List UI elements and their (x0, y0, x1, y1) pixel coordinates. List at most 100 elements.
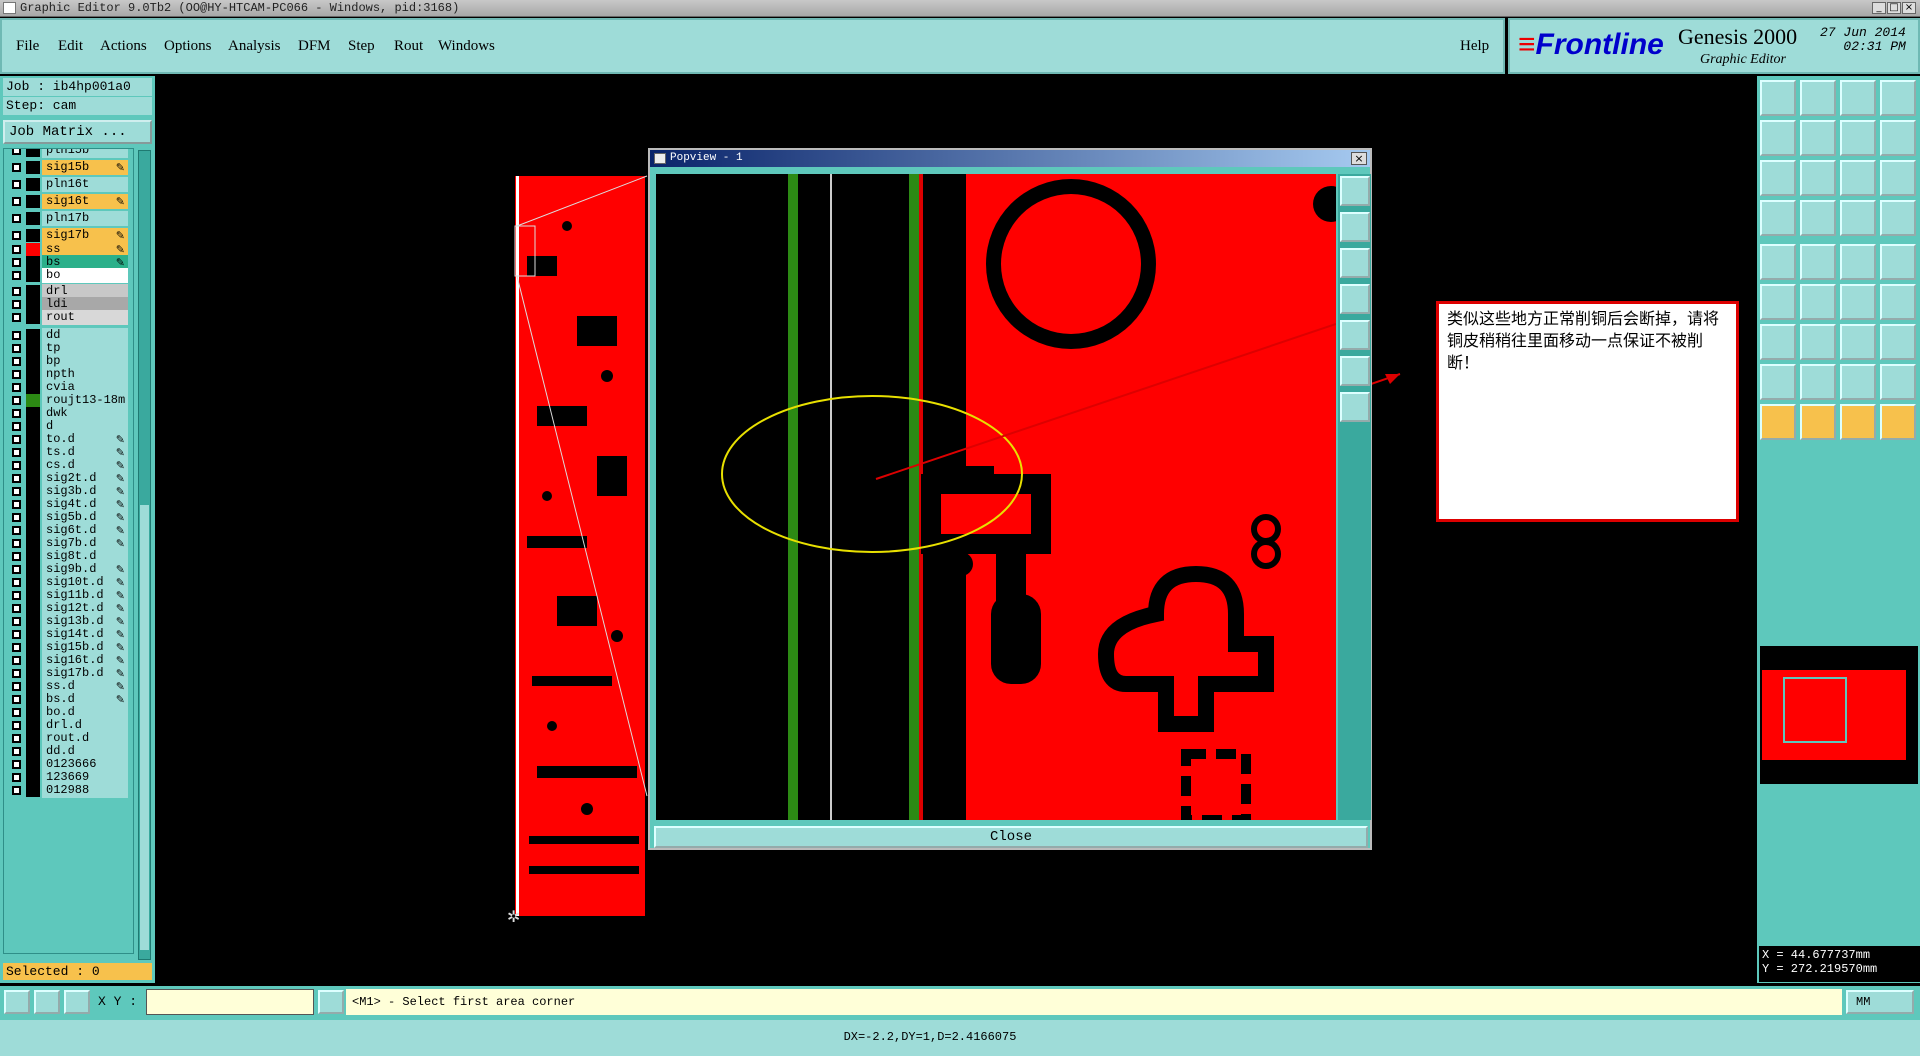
layer-name[interactable]: bo (42, 268, 128, 283)
layer-row[interactable]: sig16t ✎ (6, 194, 133, 209)
units-select[interactable]: MM (1846, 990, 1914, 1014)
menu-windows[interactable]: Windows (438, 38, 495, 55)
layer-checkbox[interactable] (12, 552, 21, 561)
layer-checkbox[interactable] (12, 271, 21, 280)
tool-button-6-2[interactable] (1840, 324, 1876, 360)
layer-checkbox[interactable] (12, 617, 21, 626)
tool-button-3-3[interactable] (1880, 200, 1916, 236)
tool-button-1-3[interactable] (1880, 120, 1916, 156)
menu-help[interactable]: Help (1460, 38, 1489, 55)
layer-checkbox[interactable] (12, 231, 21, 240)
tool-button-6-3[interactable] (1880, 324, 1916, 360)
layer-row[interactable]: sig17b ✎ (6, 228, 133, 243)
layer-checkbox[interactable] (12, 214, 21, 223)
layer-checkbox[interactable] (12, 409, 21, 418)
tool-button-1-2[interactable] (1840, 120, 1876, 156)
layer-checkbox[interactable] (12, 773, 21, 782)
tool-button-8-2[interactable] (1840, 404, 1876, 440)
menu-step[interactable]: Step (348, 38, 375, 55)
layer-color-swatch[interactable] (26, 784, 40, 797)
maximize-button[interactable]: □ (1887, 2, 1901, 14)
layer-checkbox[interactable] (12, 344, 21, 353)
layer-checkbox[interactable] (12, 682, 21, 691)
popview-left-button[interactable] (1340, 284, 1370, 314)
popview-canvas[interactable] (656, 174, 1336, 820)
layer-checkbox[interactable] (12, 357, 21, 366)
layer-checkbox[interactable] (12, 643, 21, 652)
tool-button-5-0[interactable] (1760, 284, 1796, 320)
popview-zoom-in-button[interactable] (1340, 176, 1370, 206)
overview-map[interactable] (1760, 646, 1918, 784)
tool-button-0-0[interactable] (1760, 80, 1796, 116)
layer-checkbox[interactable] (12, 448, 21, 457)
popview-close-icon[interactable]: × (1351, 152, 1367, 165)
tool-button-4-1[interactable] (1800, 244, 1836, 280)
tool-button-4-2[interactable] (1840, 244, 1876, 280)
tool-button-5-3[interactable] (1880, 284, 1916, 320)
tool-button-5-2[interactable] (1840, 284, 1876, 320)
snap-mode-button[interactable] (4, 990, 30, 1014)
menu-rout[interactable]: Rout (394, 38, 423, 55)
info-button[interactable] (318, 990, 344, 1014)
layer-checkbox[interactable] (12, 370, 21, 379)
layer-checkbox[interactable] (12, 163, 21, 172)
menu-file[interactable]: File (16, 38, 39, 55)
layer-color-swatch[interactable] (26, 212, 40, 225)
minimize-button[interactable]: _ (1872, 2, 1886, 14)
layer-checkbox[interactable] (12, 331, 21, 340)
layer-color-swatch[interactable] (26, 178, 40, 191)
tool-button-6-0[interactable] (1760, 324, 1796, 360)
layer-checkbox[interactable] (12, 422, 21, 431)
layer-checkbox[interactable] (12, 461, 21, 470)
layer-row[interactable]: bo (6, 268, 133, 283)
layer-scrollbar[interactable] (138, 150, 151, 960)
menu-options[interactable]: Options (164, 38, 212, 55)
layer-checkbox[interactable] (12, 539, 21, 548)
popview-zoom-out-button[interactable] (1340, 212, 1370, 242)
tool-button-2-2[interactable] (1840, 160, 1876, 196)
layer-checkbox[interactable] (12, 180, 21, 189)
layer-checkbox[interactable] (12, 669, 21, 678)
center-mode-button[interactable] (64, 990, 90, 1014)
tool-button-4-3[interactable] (1880, 244, 1916, 280)
layer-checkbox[interactable] (12, 786, 21, 795)
tool-button-6-1[interactable] (1800, 324, 1836, 360)
close-button[interactable]: Close (654, 826, 1368, 848)
menu-analysis[interactable]: Analysis (228, 38, 281, 55)
tool-button-7-2[interactable] (1840, 364, 1876, 400)
layer-color-swatch[interactable] (26, 311, 40, 324)
layer-color-swatch[interactable] (26, 229, 40, 242)
job-matrix-button[interactable]: Job Matrix ... (3, 120, 152, 144)
layer-checkbox[interactable] (12, 591, 21, 600)
layer-checkbox[interactable] (12, 708, 21, 717)
layer-checkbox[interactable] (12, 287, 21, 296)
layer-row[interactable]: pln17b (6, 211, 133, 226)
menu-dfm[interactable]: DFM (298, 38, 331, 55)
layer-row[interactable]: 012988 (6, 783, 133, 798)
tool-button-3-1[interactable] (1800, 200, 1836, 236)
layer-color-swatch[interactable] (26, 149, 40, 157)
popview-right-button[interactable] (1340, 320, 1370, 350)
tool-button-8-3[interactable] (1880, 404, 1916, 440)
layer-checkbox[interactable] (12, 474, 21, 483)
layer-checkbox[interactable] (12, 578, 21, 587)
layer-checkbox[interactable] (12, 734, 21, 743)
layer-color-swatch[interactable] (26, 161, 40, 174)
layer-color-swatch[interactable] (26, 195, 40, 208)
tool-button-0-3[interactable] (1880, 80, 1916, 116)
layer-checkbox[interactable] (12, 526, 21, 535)
tool-button-1-0[interactable] (1760, 120, 1796, 156)
layer-checkbox[interactable] (12, 747, 21, 756)
layer-checkbox[interactable] (12, 383, 21, 392)
tool-button-2-3[interactable] (1880, 160, 1916, 196)
layer-checkbox[interactable] (12, 500, 21, 509)
layer-checkbox[interactable] (12, 695, 21, 704)
layer-checkbox[interactable] (12, 604, 21, 613)
layer-checkbox[interactable] (12, 300, 21, 309)
layer-checkbox[interactable] (12, 513, 21, 522)
layer-checkbox[interactable] (12, 656, 21, 665)
popview-pan-button[interactable] (1340, 248, 1370, 278)
layer-checkbox[interactable] (12, 487, 21, 496)
layer-checkbox[interactable] (12, 245, 21, 254)
layer-name[interactable]: pln17b (42, 211, 128, 226)
